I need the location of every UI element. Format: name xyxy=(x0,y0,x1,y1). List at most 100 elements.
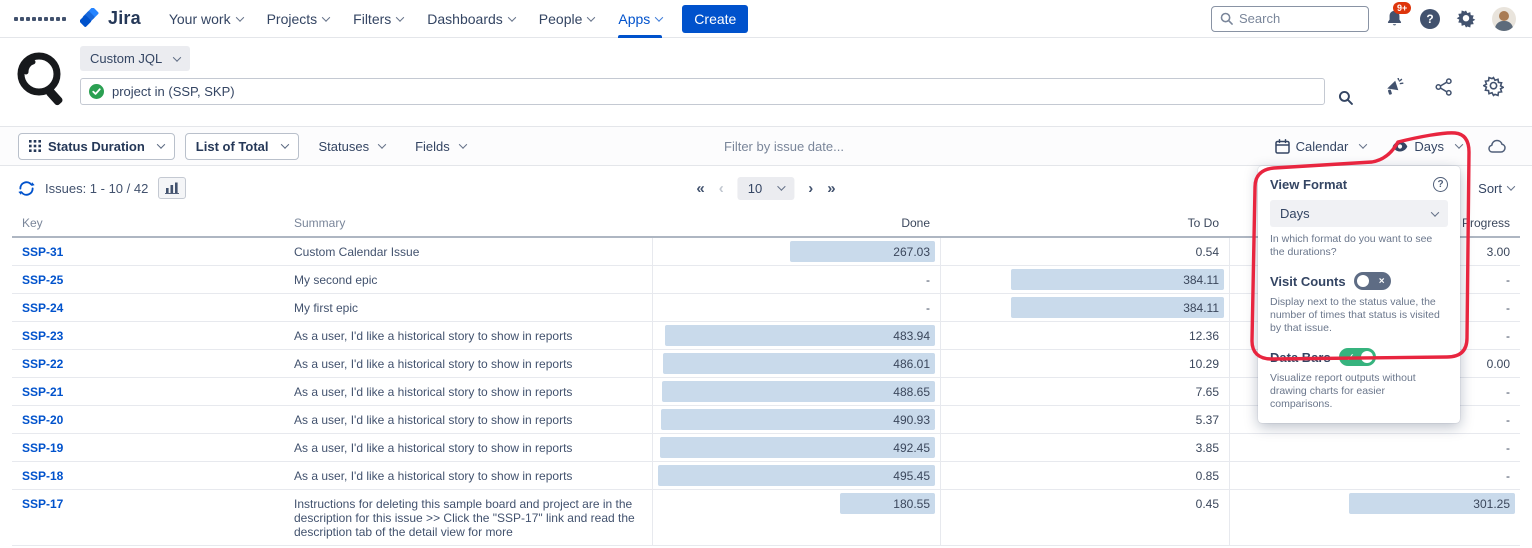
duration-cell-inprogress: 301.25 xyxy=(1229,490,1520,545)
menu-item-people[interactable]: People xyxy=(529,0,605,38)
jql-text: project in (SSP, SKP) xyxy=(112,84,235,99)
calendar-dropdown[interactable]: Calendar xyxy=(1275,139,1367,154)
prev-page-button[interactable]: ‹ xyxy=(719,180,724,197)
column-header-summary[interactable]: Summary xyxy=(284,210,652,236)
duration-value: 3.00 xyxy=(1487,245,1510,259)
app-switcher-icon[interactable] xyxy=(14,17,66,21)
duration-value: 495.45 xyxy=(893,469,930,483)
data-bars-toggle[interactable]: ✓ xyxy=(1339,348,1376,366)
menu-item-your-work[interactable]: Your work xyxy=(159,0,253,38)
issue-key-link[interactable]: SSP-18 xyxy=(22,469,63,483)
sort-dropdown[interactable]: Sort xyxy=(1478,181,1514,196)
issue-key-link[interactable]: SSP-31 xyxy=(22,245,63,259)
issue-date-filter[interactable]: Filter by issue date... xyxy=(724,139,844,154)
issue-key-link[interactable]: SSP-21 xyxy=(22,385,63,399)
notification-badge: 9+ xyxy=(1393,2,1411,14)
table-row: SSP-19As a user, I'd like a historical s… xyxy=(12,434,1520,462)
share-button[interactable] xyxy=(1435,78,1453,96)
duration-value: 384.11 xyxy=(1183,301,1219,315)
menu-item-apps[interactable]: Apps xyxy=(608,0,672,38)
export-button[interactable] xyxy=(1488,139,1506,154)
issue-key-link[interactable]: SSP-19 xyxy=(22,441,63,455)
duration-cell-done: - xyxy=(652,294,940,321)
issues-count-label: Issues: 1 - 10 / 42 xyxy=(45,181,148,196)
duration-cell-inprogress: - xyxy=(1229,462,1520,489)
user-avatar[interactable] xyxy=(1492,7,1516,31)
issue-key-link[interactable]: SSP-24 xyxy=(22,301,63,315)
duration-cell-todo: 12.36 xyxy=(940,322,1229,349)
issue-key-link[interactable]: SSP-17 xyxy=(22,497,63,511)
last-page-button[interactable]: » xyxy=(827,180,835,197)
next-page-button[interactable]: › xyxy=(808,180,813,197)
duration-value: 0.00 xyxy=(1487,357,1510,371)
statuses-dropdown[interactable]: Statuses xyxy=(309,134,396,159)
jql-input[interactable]: project in (SSP, SKP) xyxy=(80,78,1325,105)
toolbar-right: Calendar Days xyxy=(1275,139,1514,154)
global-search[interactable] xyxy=(1211,6,1369,32)
toggle-state-icon: ✓ xyxy=(1346,351,1355,364)
column-header-todo[interactable]: To Do xyxy=(940,210,1229,236)
duration-value: 267.03 xyxy=(893,245,930,259)
fields-label: Fields xyxy=(415,139,450,154)
refresh-button[interactable] xyxy=(18,180,35,197)
first-page-button[interactable]: « xyxy=(696,180,704,197)
issue-key-cell: SSP-22 xyxy=(12,350,284,377)
app-magnifier-logo xyxy=(14,50,70,112)
toggle-state-icon: × xyxy=(1379,276,1385,287)
issue-key-link[interactable]: SSP-23 xyxy=(22,329,63,343)
run-query-button[interactable] xyxy=(1338,90,1353,110)
issue-key-link[interactable]: SSP-22 xyxy=(22,357,63,371)
report-type-dropdown[interactable]: Status Duration xyxy=(18,133,175,160)
issue-summary-cell: My first epic xyxy=(284,294,652,321)
duration-value: 488.65 xyxy=(893,385,930,399)
duration-cell-todo: 384.11 xyxy=(940,266,1229,293)
visit-counts-toggle[interactable]: × xyxy=(1354,272,1391,290)
announcement-button[interactable] xyxy=(1385,78,1405,96)
issue-key-cell: SSP-24 xyxy=(12,294,284,321)
view-format-select[interactable]: Days xyxy=(1270,200,1448,227)
global-search-input[interactable] xyxy=(1239,11,1349,26)
query-mode-dropdown[interactable]: Custom JQL xyxy=(80,46,190,71)
help-button[interactable]: ? xyxy=(1420,9,1440,29)
issue-key-cell: SSP-23 xyxy=(12,322,284,349)
column-header-key[interactable]: Key xyxy=(12,210,284,236)
issue-key-link[interactable]: SSP-20 xyxy=(22,413,63,427)
eye-icon xyxy=(1392,141,1408,152)
notifications-button[interactable]: 9+ xyxy=(1385,9,1404,28)
fields-dropdown[interactable]: Fields xyxy=(405,134,476,159)
view-format-dropdown[interactable]: Days xyxy=(1392,139,1462,154)
chevron-down-icon xyxy=(508,13,516,21)
menu-item-label: Filters xyxy=(353,11,391,27)
jira-logo[interactable]: Jira xyxy=(80,8,141,30)
query-section: Custom JQL project in (SSP, SKP) xyxy=(0,38,1532,126)
view-type-dropdown[interactable]: List of Total xyxy=(185,133,299,160)
duration-cell-todo: 5.37 xyxy=(940,406,1229,433)
menu-item-label: Your work xyxy=(169,11,231,27)
create-button[interactable]: Create xyxy=(682,5,748,33)
page-size-select[interactable]: 10 xyxy=(738,177,794,200)
top-nav: Jira Your work Projects Filters DashboardsP… xyxy=(0,0,1532,38)
issue-summary-cell: As a user, I'd like a historical story t… xyxy=(284,406,652,433)
issue-summary-cell: As a user, I'd like a historical story t… xyxy=(284,462,652,489)
menu-item-projects[interactable]: Projects xyxy=(257,0,340,38)
chevron-down-icon xyxy=(378,140,386,148)
menu-item-filters[interactable]: Filters xyxy=(343,0,413,38)
chevron-down-icon xyxy=(655,13,663,21)
issue-summary-cell: Instructions for deleting this sample bo… xyxy=(284,490,652,545)
duration-cell-todo: 3.85 xyxy=(940,434,1229,461)
settings-button[interactable] xyxy=(1456,9,1476,29)
duration-value: 301.25 xyxy=(1473,497,1510,511)
menu-item-label: Apps xyxy=(618,11,650,27)
statuses-label: Statuses xyxy=(319,139,370,154)
report-settings-button[interactable] xyxy=(1483,76,1504,97)
duration-value: - xyxy=(1506,385,1510,399)
chart-view-button[interactable] xyxy=(158,177,186,199)
menu-item-dashboards[interactable]: Dashboards xyxy=(417,0,525,38)
column-header-done[interactable]: Done xyxy=(652,210,940,236)
grid-icon xyxy=(29,140,41,152)
panel-help-icon[interactable]: ? xyxy=(1433,177,1448,192)
issue-key-link[interactable]: SSP-25 xyxy=(22,273,63,287)
duration-value: 0.54 xyxy=(1196,245,1219,259)
menu-item-label: Projects xyxy=(267,11,318,27)
jira-logo-icon xyxy=(80,8,102,30)
